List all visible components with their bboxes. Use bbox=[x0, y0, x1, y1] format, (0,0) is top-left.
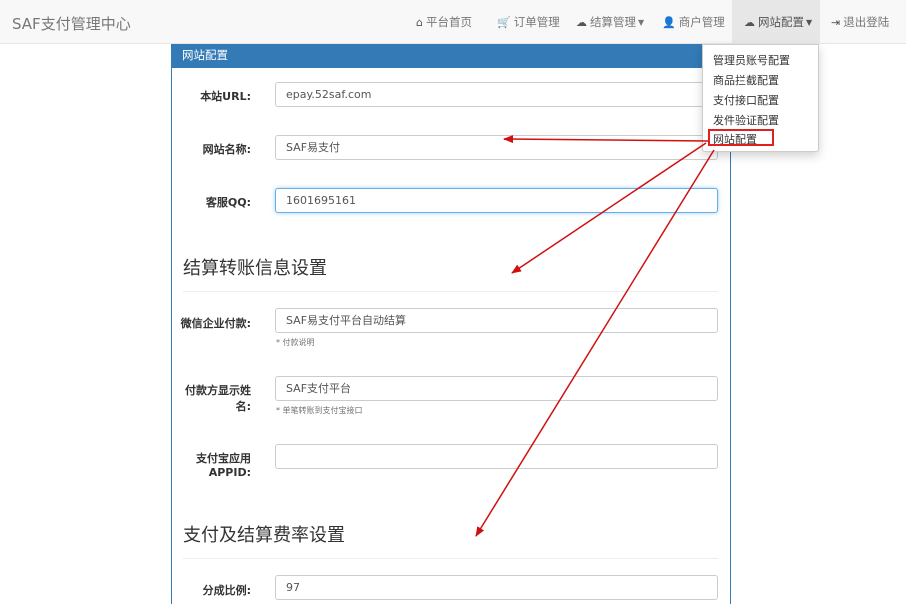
caret-down-icon: ▼ bbox=[638, 17, 645, 27]
service-qq-input[interactable]: 1601695161 bbox=[275, 188, 718, 213]
cart-icon: 🛒 bbox=[497, 16, 511, 29]
top-navbar: SAF支付管理中心 ⌂ 平台首页 🛒 订单管理 ☁ 结算管理 ▼ 👤 商户管理 ☁ 网站配置… bbox=[0, 0, 906, 44]
site-name-input[interactable]: SAF易支付 bbox=[275, 135, 718, 160]
section-divider bbox=[183, 558, 718, 559]
payer-name-help: * 单笔转账到支付宝接口 bbox=[276, 406, 363, 415]
nav-orders[interactable]: 🛒 订单管理 bbox=[497, 0, 560, 44]
split-ratio-input[interactable]: 97 bbox=[275, 575, 718, 600]
nav-logout[interactable]: ⇥ 退出登陆 bbox=[831, 0, 889, 44]
site-url-label: 本站URL: bbox=[200, 90, 251, 103]
caret-down-icon: ▼ bbox=[806, 17, 813, 27]
rate-section-title: 支付及结算费率设置 bbox=[183, 525, 345, 546]
site-url-input[interactable]: epay.52saf.com bbox=[275, 82, 718, 107]
dropdown-item-payment-interface[interactable]: 支付接口配置 bbox=[713, 92, 779, 108]
dropdown-item-admin-account[interactable]: 管理员账号配置 bbox=[713, 52, 790, 68]
nav-home-label: 平台首页 bbox=[425, 15, 472, 29]
nav-site-config-label: 网站配置 bbox=[758, 15, 804, 29]
payer-name-input[interactable]: SAF支付平台 bbox=[275, 376, 718, 401]
wechat-pay-label: 微信企业付款: bbox=[180, 317, 251, 330]
site-name-label: 网站名称: bbox=[202, 143, 251, 156]
transfer-section-title: 结算转账信息设置 bbox=[183, 258, 327, 279]
wechat-pay-help: * 付款说明 bbox=[276, 338, 315, 347]
nav-merchants-label: 商户管理 bbox=[678, 15, 725, 29]
nav-settlement-label: 结算管理 bbox=[590, 15, 636, 29]
service-qq-label: 客服QQ: bbox=[205, 196, 251, 209]
payer-name-label-line2: 名: bbox=[235, 400, 251, 413]
nav-settlement[interactable]: ☁ 结算管理 ▼ bbox=[576, 0, 644, 44]
nav-home[interactable]: ⌂ 平台首页 bbox=[416, 0, 472, 44]
nav-orders-label: 订单管理 bbox=[513, 15, 560, 29]
cloud-icon: ☁ bbox=[576, 16, 587, 29]
nav-site-config[interactable]: ☁ 网站配置 ▼ bbox=[732, 0, 820, 44]
wechat-pay-input[interactable]: SAF易支付平台自动结算 bbox=[275, 308, 718, 333]
section-divider bbox=[183, 291, 718, 292]
brand-title[interactable]: SAF支付管理中心 bbox=[12, 13, 131, 34]
site-config-dropdown: 管理员账号配置 商品拦截配置 支付接口配置 发件验证配置 网站配置 bbox=[702, 44, 819, 152]
highlight-box bbox=[708, 129, 774, 146]
cloud-icon: ☁ bbox=[744, 16, 755, 29]
alipay-appid-label-line1: 支付宝应用 bbox=[196, 452, 251, 465]
nav-merchants[interactable]: 👤 商户管理 bbox=[662, 0, 725, 44]
nav-logout-label: 退出登陆 bbox=[843, 15, 890, 29]
split-ratio-label: 分成比例: bbox=[202, 584, 251, 597]
alipay-appid-label-line2: APPID: bbox=[208, 466, 251, 479]
logout-icon: ⇥ bbox=[831, 16, 841, 29]
payer-name-label-line1: 付款方显示姓 bbox=[185, 384, 251, 397]
dropdown-item-goods-block[interactable]: 商品拦截配置 bbox=[713, 72, 779, 88]
home-icon: ⌂ bbox=[416, 16, 423, 29]
user-icon: 👤 bbox=[662, 16, 676, 29]
dropdown-item-mail-verify[interactable]: 发件验证配置 bbox=[713, 112, 779, 128]
alipay-appid-input[interactable] bbox=[275, 444, 718, 469]
panel-heading: 网站配置 bbox=[172, 44, 730, 68]
